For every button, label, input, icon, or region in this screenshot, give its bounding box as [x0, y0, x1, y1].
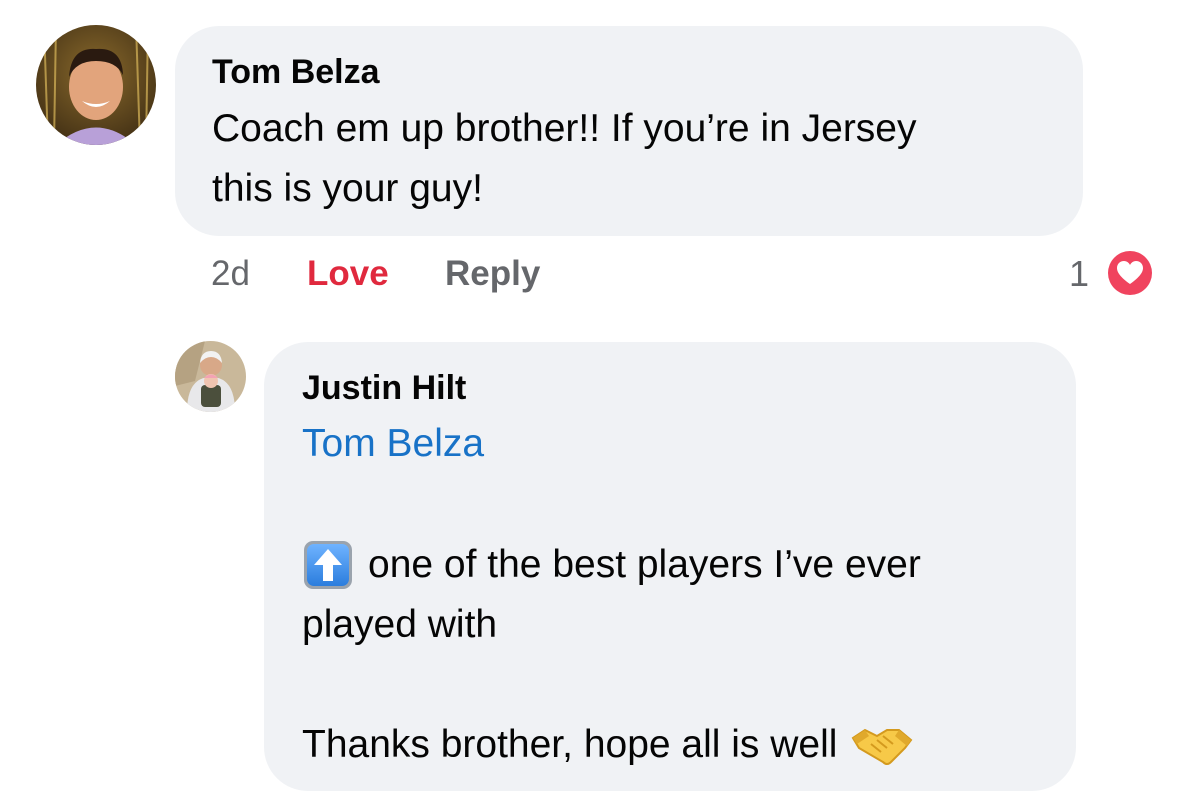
handshake-emoji-icon: [851, 722, 913, 768]
comment-text: this is your guy!: [212, 167, 483, 210]
reaction-count[interactable]: 1: [1069, 250, 1089, 298]
reply-text-line: one of the best players I’ve ever: [368, 543, 921, 586]
heart-reaction-icon[interactable]: [1104, 247, 1156, 299]
comment-timestamp[interactable]: 2d: [211, 250, 250, 298]
comment-author[interactable]: Tom Belza: [212, 53, 380, 92]
mention-link[interactable]: Tom Belza: [302, 414, 484, 474]
avatar[interactable]: [175, 341, 246, 412]
reply-text-line: Thanks brother, hope all is well: [302, 723, 838, 766]
reply-text: played with: [302, 603, 498, 646]
reply-text: Thanks brother, hope all is well: [302, 715, 913, 775]
up-arrow-emoji-icon: [302, 539, 354, 591]
reply-button[interactable]: Reply: [445, 250, 540, 298]
avatar[interactable]: [36, 25, 156, 145]
reply-text: one of the best players I’ve ever: [302, 535, 921, 595]
comment-text: Coach em up brother!! If you’re in Jerse…: [212, 107, 917, 150]
love-button[interactable]: Love: [307, 250, 389, 298]
reply-author[interactable]: Justin Hilt: [302, 369, 466, 408]
